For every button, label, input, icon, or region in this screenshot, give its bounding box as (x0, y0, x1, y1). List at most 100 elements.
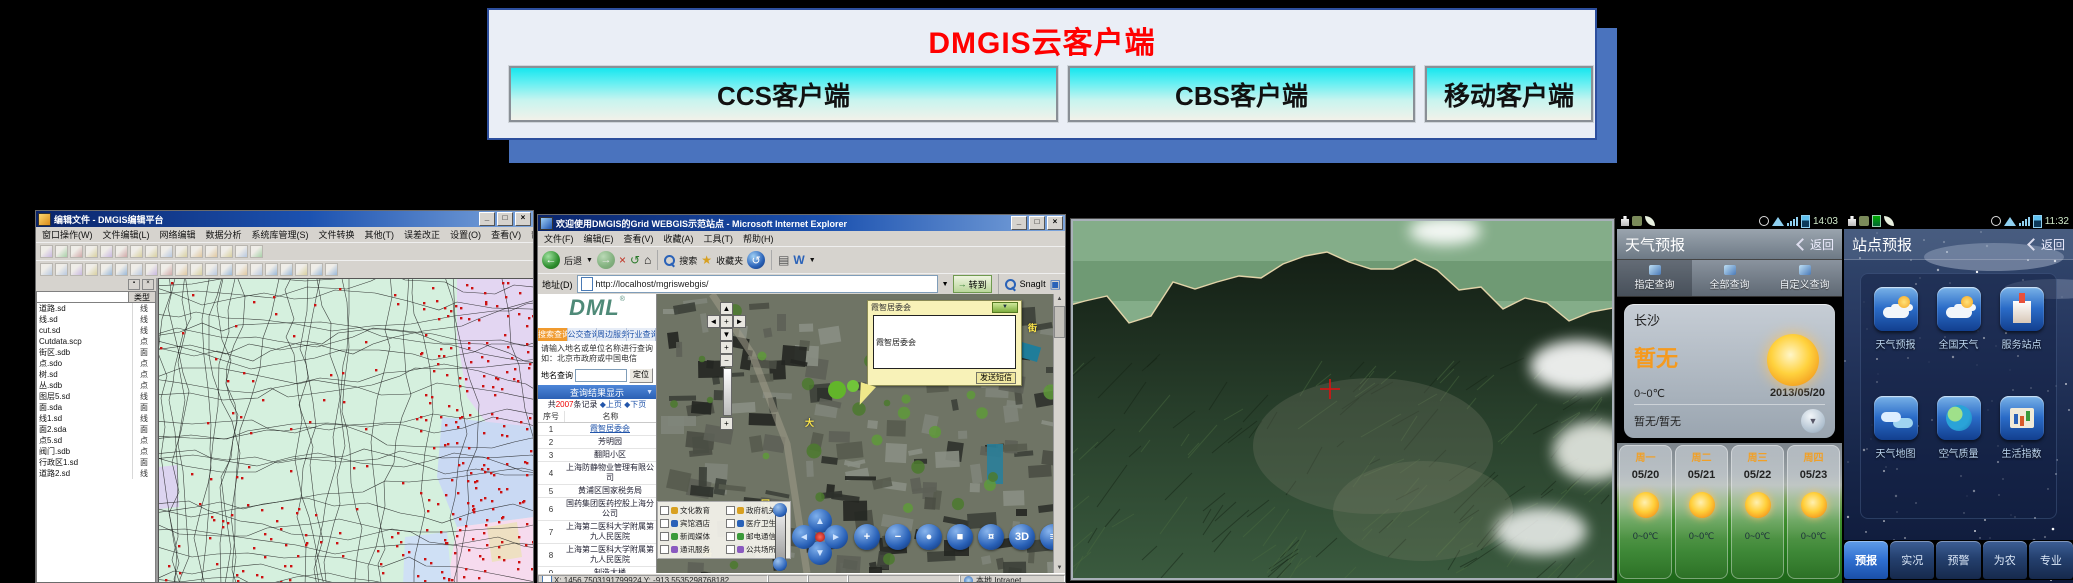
history-icon[interactable]: ↺ (747, 251, 766, 269)
menu-item[interactable]: 窗口操作(W) (42, 228, 93, 241)
app-icon[interactable] (1936, 287, 1981, 331)
back-icon[interactable]: ← (542, 251, 560, 269)
sidebar-tab[interactable]: 搜索查询 (538, 328, 568, 341)
pan-west-button[interactable]: ◄ (792, 525, 816, 549)
close-icon[interactable]: × (142, 279, 154, 290)
poi-checkbox[interactable]: 宾馆酒店 (660, 518, 722, 529)
menu-item[interactable]: 帮助(H) (531, 228, 533, 241)
ccs-client-button[interactable]: CCS客户端 (508, 65, 1059, 123)
back-label[interactable]: 后退 (564, 254, 582, 267)
poi-checkbox[interactable]: 文化教育 (660, 505, 722, 516)
url-input[interactable]: http://localhost/mgriswebgis/ (576, 275, 938, 293)
result-name[interactable]: 上海第二医科大学附属第九人民医院 (564, 521, 656, 543)
menu-item[interactable]: 数据分析 (206, 228, 242, 241)
menu-item[interactable]: 网络编辑 (160, 228, 196, 241)
toolbar-icon[interactable] (40, 245, 53, 258)
toolbar-icon[interactable] (235, 263, 248, 276)
layer-file-row[interactable]: 点.sdo 点 (37, 358, 155, 369)
toolbar-icon[interactable] (100, 245, 113, 258)
map-zoom-control[interactable]: ▲ ◄ + ► ▼ + − + (707, 302, 747, 430)
bottom-tab[interactable]: 预报 (1844, 541, 1889, 579)
satellite-map[interactable]: 街立昌街大国土路 ▲ ◄+► ▼ + − + 霞智居委会 ▼ (657, 294, 1065, 573)
menu-item[interactable]: 文件编辑(L) (103, 228, 150, 241)
bottom-tab[interactable]: 预警 (1936, 541, 1981, 579)
edit-word-icon[interactable]: W (793, 253, 804, 267)
layer-file-row[interactable]: 面2.sda 面 (37, 424, 155, 435)
cbs-client-button[interactable]: CBS客户端 (1067, 65, 1416, 123)
toolbar-icon[interactable] (85, 245, 98, 258)
layer-file-row[interactable]: 丛.sdb 点 (37, 380, 155, 391)
toolbar-icon[interactable] (130, 263, 143, 276)
toolbar-icon[interactable] (250, 245, 263, 258)
toolbar-icon[interactable] (160, 245, 173, 258)
stop-icon[interactable]: × (619, 253, 626, 267)
layer-file-row[interactable]: 道路.sd 线 (37, 303, 155, 314)
app-tile[interactable]: 全国天气 (1927, 287, 1990, 396)
full-extent-button[interactable]: ■ (947, 524, 973, 550)
layer-file-row[interactable]: 道路2.sd 线 (37, 468, 155, 479)
result-row[interactable]: 2 芳明园 (538, 436, 656, 449)
menu-item[interactable]: 文件(F) (544, 232, 574, 245)
toolbar-icon[interactable] (85, 263, 98, 276)
result-name[interactable]: 芳明园 (564, 436, 656, 448)
bottom-tab[interactable]: 实况 (1890, 541, 1935, 579)
center-button[interactable] (815, 532, 825, 542)
toolbar-icon[interactable] (70, 263, 83, 276)
result-name[interactable]: 霞智居委会 (564, 423, 656, 435)
toolbar-icon[interactable] (220, 263, 233, 276)
url-dropdown-icon[interactable]: ▼ (942, 281, 949, 288)
toolbar-icon[interactable] (55, 245, 68, 258)
maximize-button[interactable]: □ (497, 212, 513, 226)
pan-east-button[interactable]: ► (824, 525, 848, 549)
checkbox-icon[interactable] (660, 545, 669, 554)
toolbar-icon[interactable] (220, 245, 233, 258)
go-button[interactable]: → 转到 (952, 275, 992, 293)
map-zoom-slider[interactable] (773, 503, 787, 571)
bottom-tab[interactable]: 专业 (2028, 541, 2073, 579)
map-pan-pad[interactable]: ▲ ▼ ◄ ► (792, 509, 848, 565)
toolbar-icon[interactable] (280, 263, 293, 276)
app-tile[interactable]: 服务站点 (1990, 287, 2053, 396)
poi-checkbox[interactable]: 通讯服务 (660, 544, 722, 555)
layer-file-row[interactable]: 树.sd 点 (37, 369, 155, 380)
zoom-in-button[interactable]: + (720, 341, 733, 354)
query-tab[interactable]: 全部查询 (1692, 260, 1767, 296)
zoom-out-button[interactable]: − (720, 354, 733, 367)
pin-icon[interactable]: ▪ (128, 279, 140, 290)
minimize-button[interactable]: _ (479, 212, 495, 226)
toolbar-icon[interactable] (115, 263, 128, 276)
layer-file-row[interactable]: 线.sd 线 (37, 314, 155, 325)
app-icon[interactable] (1999, 396, 2044, 440)
toolbar-icon[interactable] (130, 245, 143, 258)
expand-button[interactable]: ▼ (1801, 409, 1825, 433)
maximize-button[interactable]: □ (1029, 216, 1045, 230)
menu-item[interactable]: 其他(T) (365, 228, 395, 241)
close-button[interactable]: × (515, 212, 531, 226)
prev-page-link[interactable]: ◆上页 (600, 400, 622, 409)
menu-item[interactable]: 查看(V) (624, 232, 654, 245)
toolbar-icon[interactable] (175, 263, 188, 276)
snagit-window-icon[interactable]: ▣ (1050, 277, 1061, 291)
back-button[interactable]: 返回 (1796, 236, 1834, 253)
checkbox-icon[interactable] (726, 545, 735, 554)
pan-right-button[interactable]: ► (733, 315, 746, 328)
map-scrollbar[interactable]: ▲ ▼ (1053, 294, 1065, 573)
locate-button[interactable]: 定位 (629, 368, 653, 383)
layer-file-row[interactable]: 行政区1.sd 面 (37, 457, 155, 468)
close-button[interactable]: × (1047, 216, 1063, 230)
refresh-icon[interactable]: ↺ (630, 253, 640, 267)
query-tab[interactable]: 指定查询 (1617, 260, 1692, 296)
menu-item[interactable]: 设置(O) (450, 228, 481, 241)
toolbar-icon[interactable] (235, 245, 248, 258)
menu-item[interactable]: 文件转换 (319, 228, 355, 241)
browser-titlebar[interactable]: 欢迎使用DMGIS的Grid WEBGIS示范站点 - Microsoft In… (538, 215, 1065, 231)
toolbar-icon[interactable] (205, 245, 218, 258)
send-sms-button[interactable]: 发送短信 (976, 372, 1016, 384)
day-forecast-card[interactable]: 周四 05/23 0~0℃ (1787, 445, 1840, 579)
day-forecast-card[interactable]: 周二 05/21 0~0℃ (1675, 445, 1728, 579)
toolbar-icon[interactable] (325, 263, 338, 276)
toolbar-icon[interactable] (190, 245, 203, 258)
menu-item[interactable]: 收藏(A) (664, 232, 694, 245)
menu-item[interactable]: 工具(T) (704, 232, 734, 245)
minimize-button[interactable]: _ (1011, 216, 1027, 230)
